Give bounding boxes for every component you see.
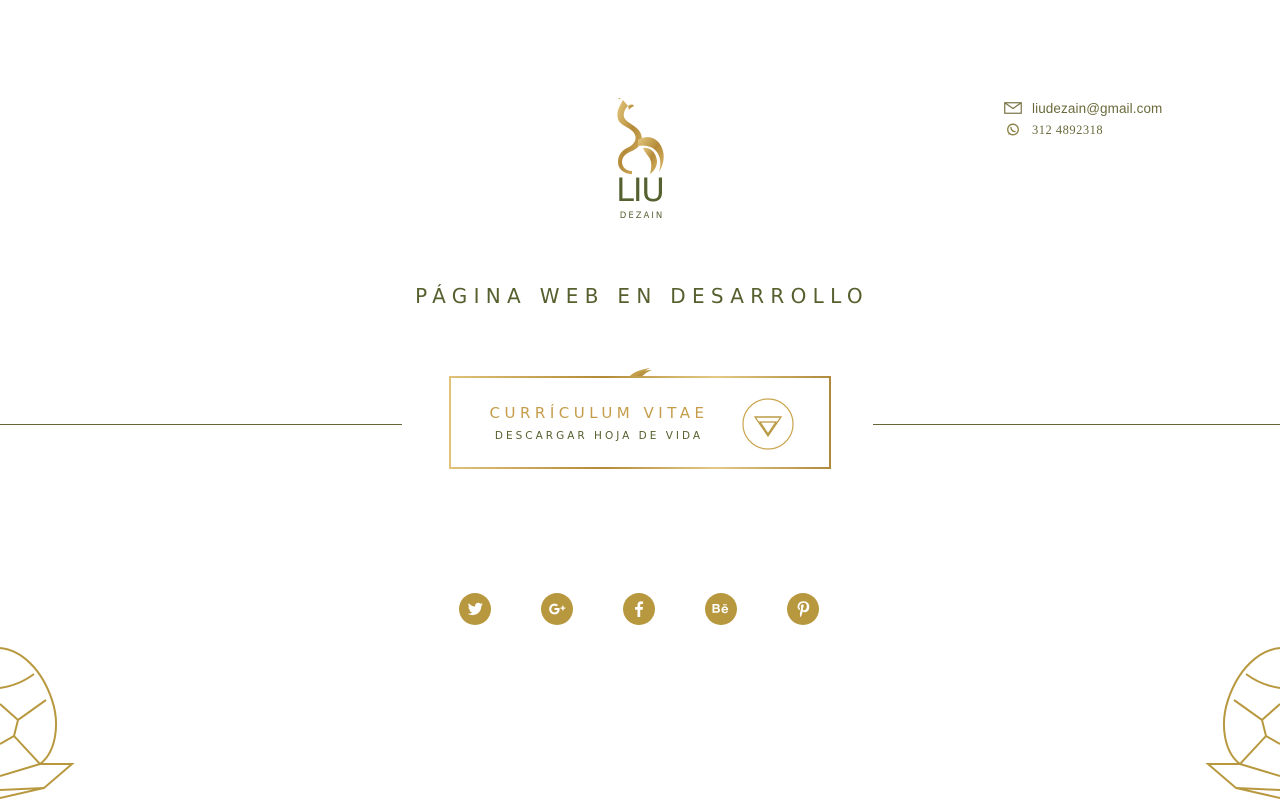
google-plus-icon <box>549 603 566 615</box>
email-row[interactable]: liudezain@gmail.com <box>1004 98 1162 118</box>
phone-row[interactable]: 312 4892318 <box>1004 120 1162 140</box>
logo-wordmark: LIU <box>616 171 665 209</box>
divider-left <box>0 424 402 425</box>
behance-icon <box>712 604 729 614</box>
twitter-button[interactable] <box>459 593 491 625</box>
twitter-icon <box>467 602 483 616</box>
facebook-button[interactable] <box>623 593 655 625</box>
download-triangle-icon[interactable] <box>742 398 794 450</box>
page: liudezain@gmail.com 312 4892318 LIU DEZA… <box>0 0 1280 800</box>
pinterest-button[interactable] <box>787 593 819 625</box>
cv-subtitle: DESCARGAR HOJA DE VIDA <box>494 430 704 442</box>
cv-download-button[interactable]: CURRÍCULUM VITAE DESCARGAR HOJA DE VIDA <box>449 376 831 469</box>
leaf-ornament-right-icon <box>1205 647 1280 799</box>
phone-number[interactable]: 312 4892318 <box>1032 123 1103 138</box>
google-plus-button[interactable] <box>541 593 573 625</box>
page-title: PÁGINA WEB EN DESARROLLO <box>415 284 869 308</box>
divider-right <box>873 424 1280 425</box>
leaf-ornament-left-icon <box>0 647 75 799</box>
brand-logo[interactable]: LIU DEZAIN <box>610 98 670 224</box>
behance-button[interactable] <box>705 593 737 625</box>
facebook-icon <box>635 601 644 617</box>
email-link[interactable]: liudezain@gmail.com <box>1032 101 1162 116</box>
cv-title: CURRÍCULUM VITAE <box>489 404 709 422</box>
swan-logo-icon <box>617 98 664 174</box>
contact-info: liudezain@gmail.com 312 4892318 <box>1004 98 1162 140</box>
mail-icon <box>1004 102 1022 114</box>
whatsapp-icon <box>1007 123 1019 136</box>
logo-tagline: DEZAIN <box>619 211 665 221</box>
pinterest-icon <box>797 601 810 617</box>
